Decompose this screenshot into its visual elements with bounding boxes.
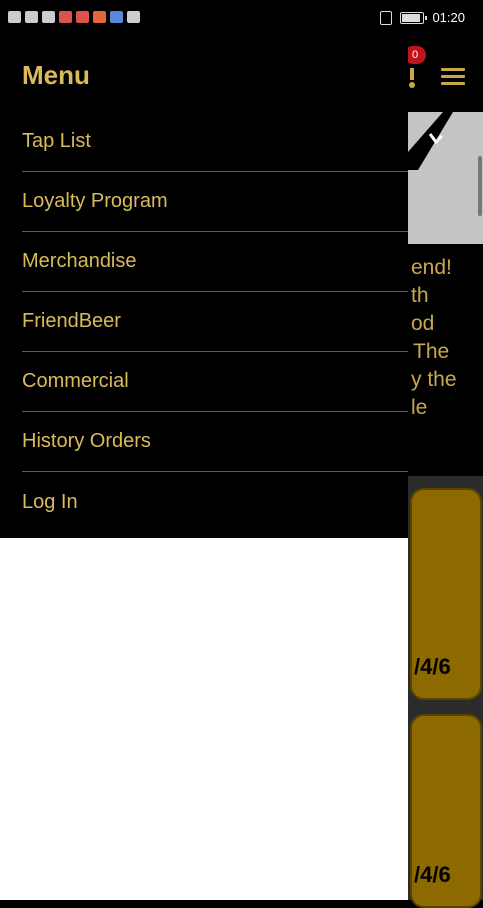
banner-image: [408, 112, 483, 244]
menu-item-friendbeer[interactable]: FriendBeer: [22, 292, 408, 352]
menu-item-loyalty-program[interactable]: Loyalty Program: [22, 172, 408, 232]
vibrate-icon: [380, 10, 393, 25]
notification-icons: [8, 11, 140, 23]
menu-item-merchandise[interactable]: Merchandise: [22, 232, 408, 292]
promo-line: end!: [411, 256, 452, 279]
status-time: 01:20: [432, 10, 465, 25]
app-notification-icon: [110, 11, 123, 23]
promo-line: th: [411, 284, 429, 307]
status-bar: 01:20: [0, 0, 483, 36]
battery-icon: [400, 11, 428, 24]
drawer-title: Menu: [22, 60, 90, 90]
drawer-empty-area: [0, 538, 408, 900]
product-card[interactable]: /4/6: [410, 714, 482, 908]
app-notification-icon: [76, 11, 89, 23]
promo-line: The: [413, 340, 450, 363]
scrollbar[interactable]: [478, 156, 482, 216]
promo-line: od: [411, 312, 435, 335]
signal-icon: [25, 11, 38, 23]
promo-line: le: [411, 396, 428, 419]
menu-list: Tap List Loyalty Program Merchandise Fri…: [22, 112, 408, 532]
promo-line: y the: [411, 368, 457, 391]
menu-item-commercial[interactable]: Commercial: [22, 352, 408, 412]
app-notification-icon: [93, 11, 106, 23]
chat-icon: [127, 11, 140, 23]
menu-item-history-orders[interactable]: History Orders: [22, 412, 408, 472]
navigation-drawer: Menu Tap List Loyalty Program Merchandis…: [0, 36, 408, 538]
wifi-icon: [42, 11, 55, 23]
card-text: /4/6: [414, 862, 451, 887]
sim-icon: [8, 11, 21, 23]
promo-text: end! th od The y the le: [408, 244, 483, 476]
product-card[interactable]: /4/6: [410, 488, 482, 700]
menu-item-tap-list[interactable]: Tap List: [22, 112, 408, 172]
hamburger-icon[interactable]: [441, 68, 465, 86]
card-text: /4/6: [414, 654, 451, 679]
menu-item-log-in[interactable]: Log In: [22, 472, 408, 532]
app-notification-icon: [59, 11, 72, 23]
